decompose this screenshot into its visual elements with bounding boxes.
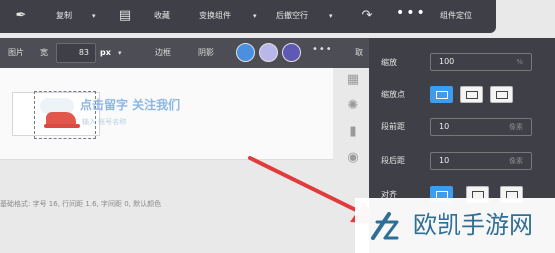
width-label: 宽 (40, 48, 48, 57)
anchor-label: 缩放点 (381, 90, 405, 99)
top-toolbar: ✒ 复制 ▾ ▤ 收藏 变换组件 ▾ 后撤空行 ▾ ↷ ••• 组件定位 (0, 0, 496, 33)
promo-subtitle: 输入 账号名称 (82, 118, 127, 126)
scale-label: 缩放 (381, 58, 397, 67)
space-before-label: 段前距 (381, 122, 405, 131)
color-swatch-purple[interactable] (282, 43, 301, 62)
transform-component-button[interactable]: 变换组件 (199, 11, 231, 21)
anchor-center-icon (436, 91, 448, 99)
transform-dropdown-caret[interactable]: ▾ (253, 11, 257, 21)
anchor-bottom-right-button[interactable] (490, 86, 513, 103)
space-before-value: 10 (439, 122, 450, 131)
image-toolbar: 图片 宽 83 px ▾ 边框 阴影 ••• 取 (0, 38, 380, 68)
anchor-bottom-right-icon (496, 91, 508, 99)
scale-unit: % (516, 58, 523, 66)
undo-dropdown-caret[interactable]: ▾ (329, 11, 333, 21)
watermark-text: 欧凯手游网 (413, 211, 533, 239)
pin-icon[interactable]: ✒ (14, 8, 28, 24)
space-after-value: 10 (439, 156, 450, 165)
brush-icon[interactable]: ↷ (360, 8, 374, 24)
undo-blank-line-button[interactable]: 后撤空行 (276, 11, 308, 21)
clipboard-icon[interactable]: ▤ (118, 8, 132, 24)
favorite-button[interactable]: 收藏 (154, 11, 170, 21)
more-icon[interactable]: ••• (312, 45, 333, 55)
watermark: 欧凯手游网 (355, 198, 555, 253)
border-button[interactable]: 边框 (155, 48, 171, 58)
copy-dropdown-caret[interactable]: ▾ (92, 11, 96, 21)
image-type-label: 图片 (8, 48, 24, 57)
anchor-bottom-left-button[interactable] (460, 86, 483, 103)
watermark-logo-icon (371, 212, 399, 240)
more-icon[interactable]: ••• (396, 6, 427, 20)
width-input[interactable]: 83 (56, 43, 96, 63)
locate-component-button[interactable]: 组件定位 (440, 11, 472, 21)
gear-icon[interactable]: ✺ (345, 98, 361, 114)
space-before-unit: 像素 (509, 123, 523, 131)
canvas-card: 点击留字 关注我们 输入 账号名称 (0, 68, 333, 160)
bar-chart-icon[interactable]: ▮ (345, 124, 361, 140)
cancel-button[interactable]: 取 (355, 48, 363, 58)
unit-select[interactable]: px (100, 48, 111, 58)
scale-value: 100 (439, 57, 455, 66)
grid-icon[interactable]: ▦ (345, 72, 361, 88)
shadow-button[interactable]: 阴影 (198, 48, 214, 58)
copy-button[interactable]: 复制 (56, 11, 72, 21)
space-after-label: 段后距 (381, 156, 405, 165)
color-swatch-blue[interactable] (236, 43, 255, 62)
unit-caret-icon[interactable]: ▾ (118, 48, 122, 58)
space-after-unit: 像素 (509, 157, 523, 165)
anchor-center-button[interactable] (430, 86, 453, 103)
space-before-input[interactable]: 10 像素 (430, 118, 532, 136)
scale-input[interactable]: 100 % (430, 53, 532, 71)
anchor-bottom-left-icon (466, 91, 478, 99)
promo-title: 点击留字 关注我们 (80, 98, 181, 112)
color-swatch-lavender[interactable] (259, 43, 278, 62)
space-after-input[interactable]: 10 像素 (430, 152, 532, 170)
base-format-text: 基础格式: 字号 16, 行间距 1.6, 字间距 0, 默认颜色 (0, 200, 162, 208)
